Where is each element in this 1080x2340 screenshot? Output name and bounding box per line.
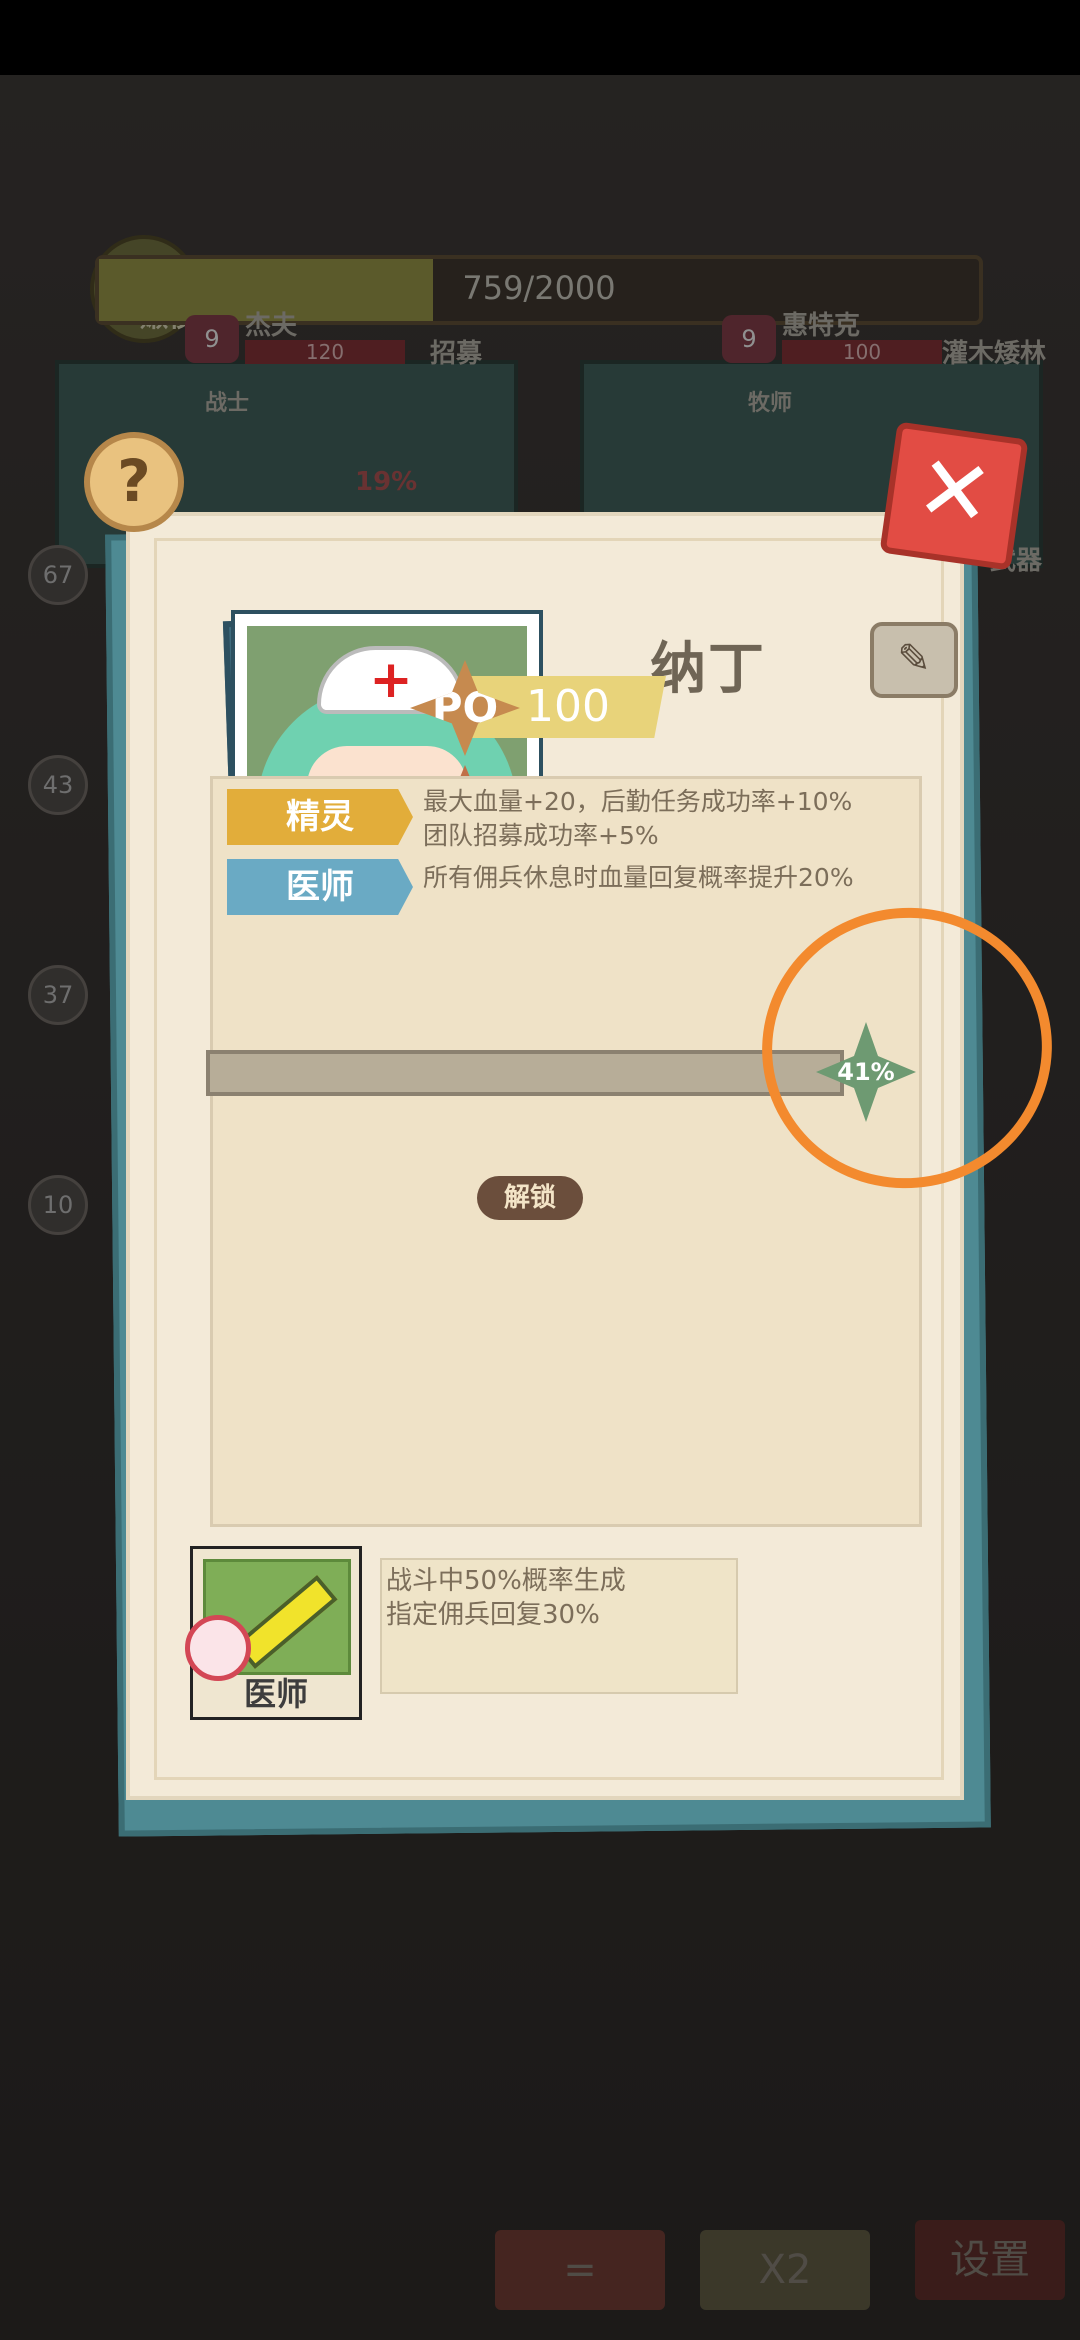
unlock-badge[interactable]: 解锁 [477, 1176, 583, 1220]
affinity-progress-track [206, 1050, 844, 1096]
stat-po: 100 PO [410, 660, 710, 756]
stat-po-badge-icon: PO [410, 660, 520, 756]
help-button[interactable]: ? [84, 432, 184, 532]
skill-card[interactable]: 医师 [185, 1546, 362, 1720]
status-bar [0, 0, 1080, 75]
trait-text-spirit: 最大血量+20，后勤任务成功率+10% 团队招募成功率+5% [423, 787, 853, 850]
skill-description: 战斗中50%概率生成 指定佣兵回复30% [380, 1558, 738, 1694]
trait-tag-medic: 医师 [227, 859, 413, 915]
target-icon [185, 1615, 251, 1681]
edit-name-button[interactable]: ✎ [870, 622, 958, 698]
trait-tag-spirit: 精灵 [227, 789, 413, 845]
close-button[interactable]: ✕ [879, 421, 1029, 571]
trait-text-medic: 所有佣兵休息时血量回复概率提升20% [423, 863, 854, 892]
